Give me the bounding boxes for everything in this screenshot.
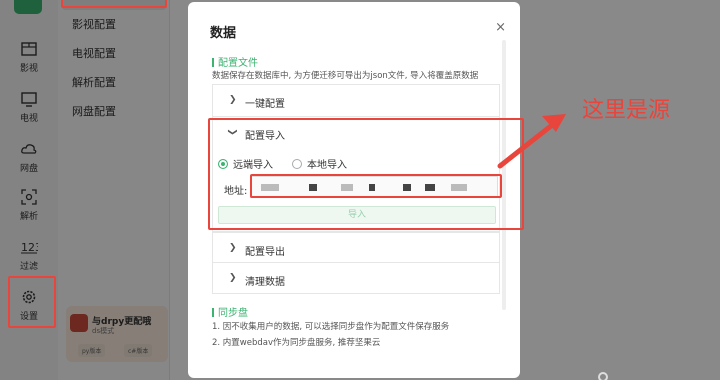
annotation-text: 这里是源 <box>582 98 671 123</box>
config-section-title: 配置文件 <box>218 58 258 69</box>
sync-line-2: 2. 内置webdav作为同步盘服务, 推荐坚果云 <box>212 338 381 348</box>
annotation-box-submenu <box>61 0 167 8</box>
sync-line-1: 1. 因不收集用户的数据, 可以选择同步盘作为配置文件保存服务 <box>212 322 450 332</box>
sync-section-title: 同步盘 <box>218 308 248 319</box>
chevron-right-icon: ❯ <box>229 273 237 283</box>
dialog-title: 数据 <box>210 26 237 41</box>
accordion-export-label: 配置导出 <box>245 247 285 258</box>
accordion-clear[interactable]: ❯ 清理数据 <box>213 263 499 293</box>
watermark-icon <box>598 372 608 380</box>
config-section-desc: 数据保存在数据库中, 为方便迁移可导出为json文件, 导入将覆盖原数据 <box>212 71 479 81</box>
section-bar <box>212 58 214 67</box>
accordion-clear-label: 清理数据 <box>245 277 285 288</box>
accordion-one-click-label: 一键配置 <box>245 99 285 110</box>
accordion-export[interactable]: ❯ 配置导出 <box>213 233 499 263</box>
config-accordion-lower: ❯ 配置导出 ❯ 清理数据 <box>212 232 500 294</box>
annotation-box-address <box>250 174 502 198</box>
accordion-one-click[interactable]: ❯ 一键配置 <box>213 85 499 117</box>
annotation-box-settings <box>8 276 56 328</box>
config-section-head: 配置文件 <box>212 54 258 69</box>
sync-section-head: 同步盘 <box>212 304 248 319</box>
chevron-right-icon: ❯ <box>229 95 237 105</box>
close-icon[interactable]: × <box>495 20 506 35</box>
chevron-right-icon: ❯ <box>229 243 237 253</box>
section-bar <box>212 308 214 317</box>
